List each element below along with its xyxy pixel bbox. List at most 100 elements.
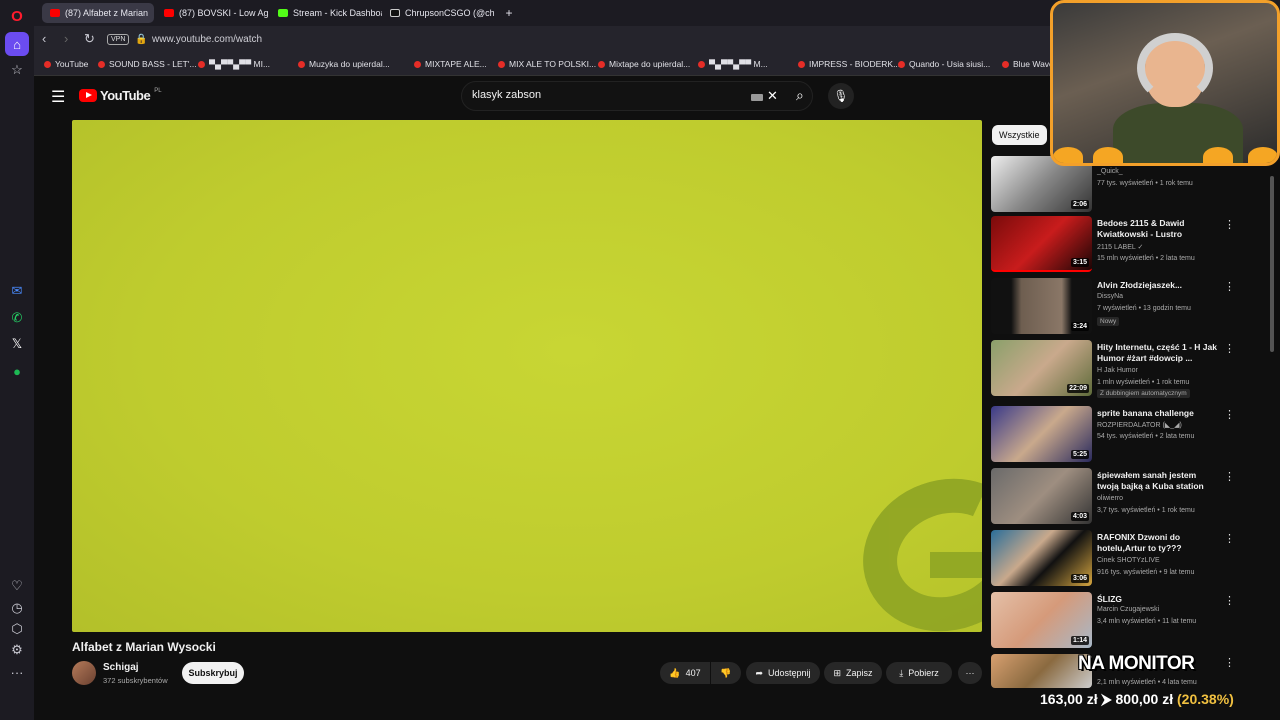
video-thumbnail [991,654,1092,688]
subscribe-button[interactable]: Subskrybuj [182,662,244,684]
star-icon[interactable]: ☆ [5,58,29,82]
tab-label: Stream - Kick Dashboard [293,8,382,18]
scrollbar[interactable] [1270,176,1274,352]
save-label: Zapisz [846,668,873,678]
tab-alfabet[interactable]: (87) Alfabet z Marian [42,3,154,23]
recommendation-meta: 916 tys. wyświetleń • 9 lat temu [1097,569,1195,576]
clear-search-icon[interactable]: ✕ [767,88,778,104]
duration-badge: 22:09 [1067,384,1089,393]
more-vertical-icon[interactable]: ⋮ [1224,470,1235,483]
bookmark-item[interactable]: YouTube [44,59,88,69]
bookmark-item[interactable]: ▀▄▀▀▄▀▀ M... [698,59,768,69]
save-button[interactable]: ⊞ Zapisz [824,662,882,684]
tab-label: ChrupsonCSGO (@chrups [405,8,494,18]
tiktok-favicon-icon [390,9,400,17]
youtube-logo[interactable]: YouTube PL [79,88,162,103]
kick-favicon-icon [278,9,288,17]
recommendation-item[interactable]: 3:24 Alvin Złodziejaszek... DissyNa 7 wy… [991,278,1241,336]
video-letter-graphic-bar [930,552,982,578]
keyboard-icon[interactable] [751,94,763,101]
back-icon[interactable]: ‹ [42,31,46,46]
search-icon[interactable]: ⌕ [796,87,804,104]
like-button[interactable]: 👍 407 [660,662,710,684]
more-actions-button[interactable]: ··· [958,662,982,684]
recommendation-title: Alvin Złodziejaszek... [1097,280,1183,290]
recommendation-title: ŚLIZG [1097,594,1123,604]
reload-icon[interactable]: ↻ [84,31,95,47]
recommendation-title: RAFONIX Dzwoni do hotelu,Artur to ty??? [1097,532,1182,553]
opera-logo-icon[interactable]: O [5,4,29,28]
recommendation-meta: 77 tys. wyświetleń • 1 rok temu [1097,180,1193,187]
duration-badge: 3:15 [1070,258,1089,267]
youtube-play-icon [79,89,97,102]
more-vertical-icon[interactable]: ⋮ [1224,594,1235,607]
more-vertical-icon[interactable]: ⋮ [1224,218,1235,231]
share-label: Udostępnij [768,668,811,678]
download-label: Pobierz [908,668,939,678]
channel-name[interactable]: Schigaj [103,662,139,673]
url-field[interactable]: www.youtube.com/watch [152,34,262,45]
microphone-icon[interactable]: 🎙 [828,83,854,109]
bookmark-item[interactable]: IMPRESS - BIODERK... [798,59,900,69]
bookmark-item[interactable]: MIXTAPE ALE... [414,59,487,69]
messenger-icon[interactable]: ✉ [5,279,29,303]
hamburger-menu-icon[interactable]: ☰ [51,87,65,107]
flame-decoration [1053,147,1083,163]
opera-sidebar: O ⌂ ☆ ✉ ✆ 𝕏 ● ♡ ◷ ⬡ ⚙ ··· [0,0,34,720]
whatsapp-icon[interactable]: ✆ [5,306,29,330]
video-thumbnail: 3:24 [991,278,1092,334]
bookmark-item[interactable]: SOUND BASS - LET'... [98,59,197,69]
more-vertical-icon[interactable]: ⋮ [1224,408,1235,421]
vpn-badge[interactable]: VPN [107,34,130,45]
video-thumbnail: 1:14 [991,592,1092,648]
more-vertical-icon[interactable]: ⋮ [1224,342,1235,355]
bookmark-item[interactable]: MIX ALE TO POLSKI... [498,59,596,69]
new-tab-button[interactable]: + [498,3,520,23]
webcam-overlay [1050,0,1280,166]
channel-avatar[interactable] [72,661,96,685]
recommendation-item[interactable]: 3:15 Bedoes 2115 & Dawid Kwiatkowski - L… [991,216,1241,274]
heart-icon[interactable]: ♡ [5,574,29,598]
settings-icon[interactable]: ⚙ [5,638,29,662]
download-button[interactable]: ⤓ Pobierz [886,662,952,684]
more-vertical-icon[interactable]: ⋮ [1224,656,1235,669]
tab-bovski[interactable]: (87) BOVSKI - Low Again [156,3,268,23]
more-icon[interactable]: ··· [5,660,29,684]
recommendation-item[interactable]: 1:14 ŚLIZG Marcin Czugajewski 3,4 mln wy… [991,592,1241,650]
dislike-button[interactable]: 👎 [711,662,741,684]
recommendation-meta: 2,1 mln wyświetleń • 4 lata temu [1097,679,1197,686]
recommendation-meta: 7 wyświetleń • 13 godzin temu [1097,305,1191,312]
chip-all[interactable]: Wszystkie [992,125,1047,145]
video-thumbnail: 5:25 [991,406,1092,462]
recommendation-meta: 3,4 mln wyświetleń • 11 lat temu [1097,618,1197,625]
recommendation-item[interactable]: 3:06 RAFONIX Dzwoni do hotelu,Artur to t… [991,530,1241,588]
x-twitter-icon[interactable]: 𝕏 [5,332,29,356]
bookmark-item[interactable]: Mixtape do upierdal... [598,59,690,69]
recommendation-item[interactable]: 4:03 śpiewałem sanah jestem twoją bajką … [991,468,1241,526]
bookmark-item[interactable]: ▀▄▀▀▄▀▀ MI... [198,59,270,69]
recommendation-title: sprite banana challenge [1097,408,1194,418]
bookmark-item[interactable]: Muzyka do upierdal... [298,59,390,69]
more-vertical-icon[interactable]: ⋮ [1224,532,1235,545]
dubbing-badge: Z dubbingiem automatycznym [1097,389,1190,398]
search-input[interactable] [472,89,722,101]
home-icon[interactable]: ⌂ [5,32,29,56]
na-monitor-text: NA MONITOR [1078,653,1195,674]
recommendation-meta: 3,7 tys. wyświetleń • 1 rok temu [1097,507,1195,514]
spotify-icon[interactable]: ● [5,359,29,383]
tab-kick-dashboard[interactable]: Stream - Kick Dashboard [270,3,382,23]
tab-chrupson[interactable]: ChrupsonCSGO (@chrups [382,3,494,23]
video-player[interactable] [72,120,982,632]
more-vertical-icon[interactable]: ⋮ [1224,280,1235,293]
duration-badge: 2:06 [1070,200,1089,209]
download-icon: ⤓ [899,667,904,678]
recommendation-item[interactable]: 5:25 sprite banana challenge ROZPIERDALA… [991,406,1241,464]
bookmark-item[interactable]: Blue Wave [1002,59,1054,69]
donation-percent: (20.38%) [1177,691,1234,707]
share-button[interactable]: ➦ Udostępnij [746,662,820,684]
bookmark-item[interactable]: Quando - Usia siusi... [898,59,990,69]
recommendation-channel: ROZPIERDALATOR (◣_◢) [1097,422,1182,429]
recommendation-item[interactable]: 22:09 Hity Internetu, część 1 - H Jak Hu… [991,340,1241,398]
forward-icon[interactable]: › [64,31,68,46]
video-letter-graphic [841,455,982,632]
